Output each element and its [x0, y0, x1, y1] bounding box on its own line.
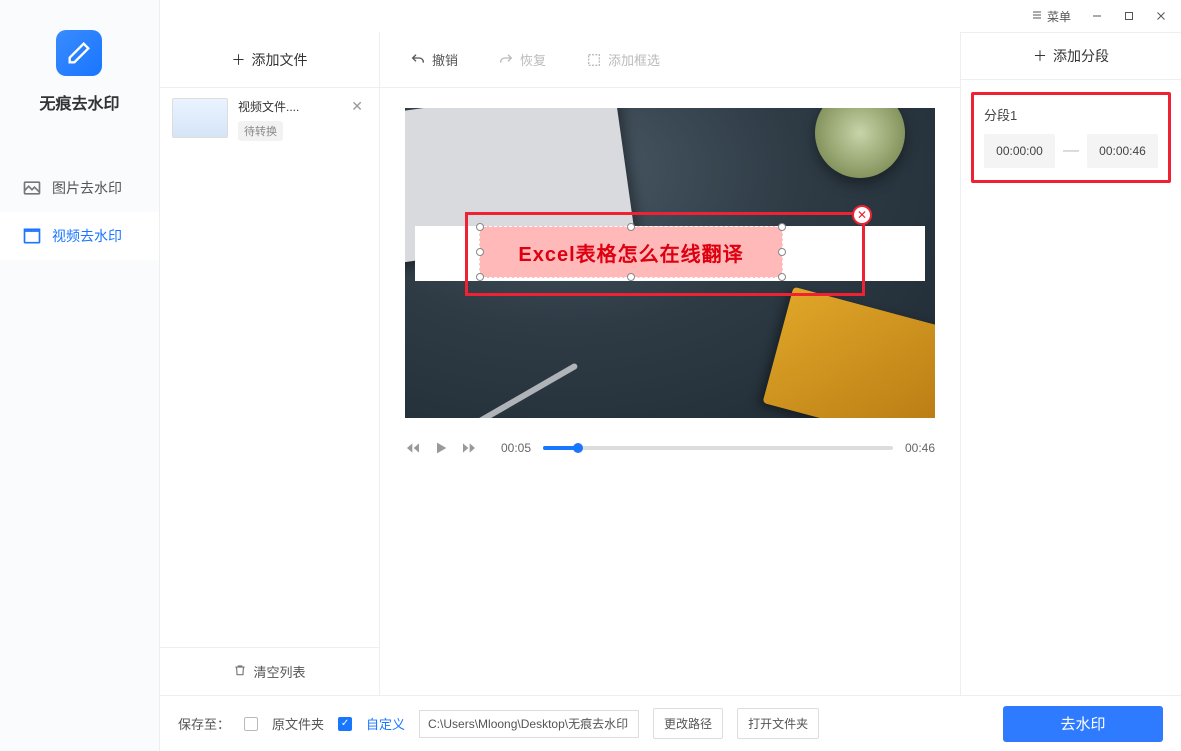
add-segment-label: 添加分段: [1053, 46, 1109, 66]
time-current: 00:05: [501, 441, 531, 455]
app-title: 无痕去水印: [39, 90, 119, 114]
undo-icon: [410, 52, 426, 68]
menu-label: 菜单: [1047, 8, 1071, 25]
file-name: 视频文件....: [238, 98, 337, 115]
segment-end-input[interactable]: 00:00:46: [1087, 134, 1158, 168]
menu-icon: [1031, 9, 1043, 24]
seek-knob[interactable]: [573, 443, 583, 453]
clear-list-button[interactable]: 清空列表: [160, 647, 379, 695]
segment-start-input[interactable]: 00:00:00: [984, 134, 1055, 168]
nav-image-watermark[interactable]: 图片去水印: [0, 164, 159, 212]
editor-panel: 撤销 恢复 添加框选: [380, 32, 961, 695]
open-folder-button[interactable]: 打开文件夹: [737, 708, 819, 739]
original-folder-label: 原文件夹: [272, 714, 324, 733]
remove-watermark-button[interactable]: 去水印: [1003, 706, 1163, 742]
close-button[interactable]: [1147, 4, 1175, 28]
menu-button[interactable]: 菜单: [1023, 4, 1079, 29]
video-canvas[interactable]: ✕ Excel表格怎么在线翻译: [405, 108, 935, 418]
segment-panel: ＋ 添加分段 分段1 00:00:00 — 00:00:46: [961, 32, 1181, 695]
resize-handle[interactable]: [476, 248, 484, 256]
resize-handle[interactable]: [627, 273, 635, 281]
watermark-text: Excel表格怎么在线翻译: [518, 238, 743, 267]
file-item[interactable]: 视频文件.... 待转换 ✕: [160, 88, 379, 151]
undo-label: 撤销: [432, 50, 458, 69]
editor-toolbar: 撤销 恢复 添加框选: [380, 32, 960, 88]
nav: 图片去水印 视频去水印: [0, 164, 159, 260]
segment-dash: —: [1063, 142, 1079, 160]
maximize-button[interactable]: [1115, 4, 1143, 28]
file-remove-button[interactable]: ✕: [347, 98, 367, 115]
video-icon: [22, 226, 42, 246]
segment-title: 分段1: [984, 105, 1158, 124]
change-path-button[interactable]: 更改路径: [653, 708, 723, 739]
nav-video-watermark[interactable]: 视频去水印: [0, 212, 159, 260]
file-panel: ＋ 添加文件 视频文件.... 待转换 ✕ 清空列表: [160, 32, 380, 695]
file-meta: 视频文件.... 待转换: [238, 98, 337, 141]
custom-folder-checkbox[interactable]: ✓: [338, 717, 352, 731]
titlebar: 菜单: [160, 0, 1181, 32]
add-selection-button[interactable]: 添加框选: [586, 50, 660, 69]
nav-video-label: 视频去水印: [52, 226, 122, 246]
path-input[interactable]: [419, 710, 639, 738]
resize-handle[interactable]: [627, 223, 635, 231]
file-thumbnail: [172, 98, 228, 138]
app-brand: 无痕去水印: [39, 30, 119, 114]
forward-button[interactable]: [461, 440, 477, 456]
segment-item[interactable]: 分段1 00:00:00 — 00:00:46: [971, 92, 1171, 183]
selection-delete-icon[interactable]: ✕: [852, 205, 872, 225]
custom-folder-label: 自定义: [366, 714, 405, 733]
footer: 保存至： 原文件夹 ✓ 自定义 更改路径 打开文件夹 去水印: [160, 695, 1181, 751]
watermark-selection[interactable]: Excel表格怎么在线翻译: [479, 226, 783, 278]
resize-handle[interactable]: [778, 223, 786, 231]
preview-area: ✕ Excel表格怎么在线翻译: [380, 88, 960, 695]
resize-handle[interactable]: [476, 273, 484, 281]
redo-label: 恢复: [520, 50, 546, 69]
trash-icon: [233, 663, 247, 680]
time-duration: 00:46: [905, 441, 935, 455]
nav-image-label: 图片去水印: [52, 178, 122, 198]
play-button[interactable]: [433, 440, 449, 456]
saveto-label: 保存至：: [178, 714, 230, 733]
app-logo-icon: [56, 30, 102, 76]
add-file-label: 添加文件: [252, 50, 308, 70]
seek-track[interactable]: [543, 446, 893, 450]
add-selection-label: 添加框选: [608, 50, 660, 69]
rewind-button[interactable]: [405, 440, 421, 456]
resize-handle[interactable]: [778, 248, 786, 256]
plus-icon: ＋: [1033, 46, 1047, 66]
minimize-button[interactable]: [1083, 4, 1111, 28]
clear-list-label: 清空列表: [253, 662, 305, 681]
plus-icon: ＋: [232, 50, 246, 70]
player-controls: 00:05 00:46: [405, 440, 935, 456]
selection-icon: [586, 52, 602, 68]
file-status: 待转换: [238, 121, 283, 141]
add-segment-button[interactable]: ＋ 添加分段: [961, 32, 1181, 80]
undo-button[interactable]: 撤销: [410, 50, 458, 69]
add-file-button[interactable]: ＋ 添加文件: [160, 32, 379, 88]
resize-handle[interactable]: [476, 223, 484, 231]
image-icon: [22, 178, 42, 198]
redo-icon: [498, 52, 514, 68]
sidebar: 无痕去水印 图片去水印 视频去水印: [0, 0, 160, 751]
redo-button[interactable]: 恢复: [498, 50, 546, 69]
resize-handle[interactable]: [778, 273, 786, 281]
original-folder-checkbox[interactable]: [244, 717, 258, 731]
